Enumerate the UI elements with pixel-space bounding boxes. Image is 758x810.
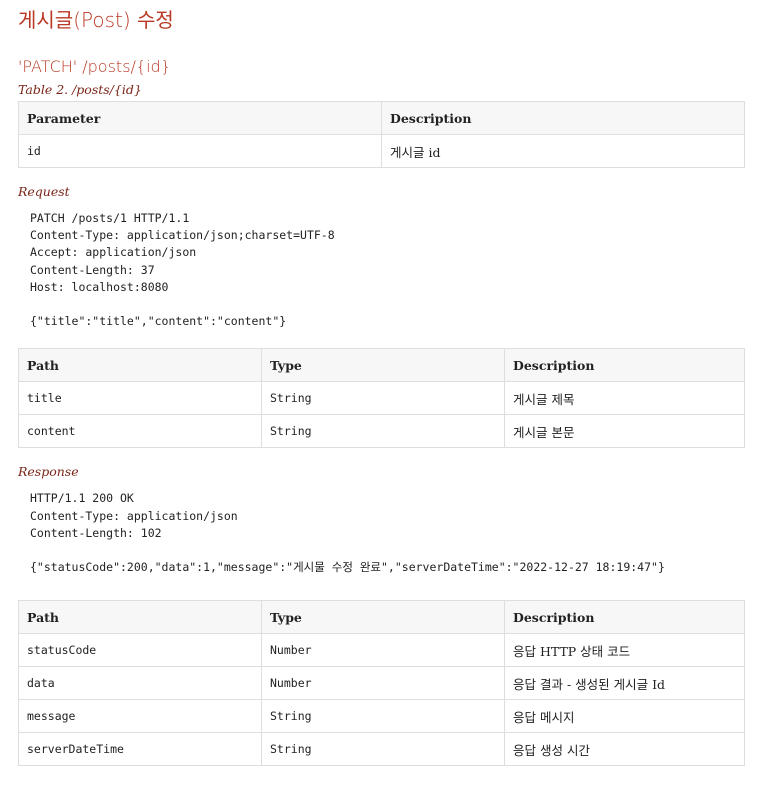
code-line: {"statusCode":200,"data":1,"message":"게시… (30, 560, 665, 575)
code-line: Accept: application/json (30, 245, 197, 260)
column-header-description: Description (381, 101, 745, 135)
field-type: String (261, 414, 505, 449)
field-path: statusCode (18, 633, 262, 668)
field-path: message (18, 699, 262, 734)
field-type: Number (261, 633, 505, 668)
code-line: Content-Length: 37 (30, 262, 155, 277)
code-line: Content-Length: 102 (30, 525, 162, 540)
field-description: 응답 메시지 (504, 699, 745, 734)
table-caption: Table 2. /posts/{id} (18, 82, 142, 97)
request-title: Request (18, 184, 70, 199)
field-path: serverDateTime (18, 732, 262, 767)
field-path: title (18, 381, 262, 416)
code-line: HTTP/1.1 200 OK (30, 491, 134, 506)
field-description: 응답 생성 시간 (504, 732, 745, 767)
table-row: title String 게시글 제목 (18, 381, 745, 416)
code-line: Host: localhost:8080 (30, 279, 169, 294)
response-fields-table: Path Type Description statusCode Number … (18, 600, 745, 767)
column-header-type: Type (261, 348, 505, 383)
field-description: 응답 결과 - 생성된 게시글 Id (504, 666, 745, 701)
table-row: content String 게시글 본문 (18, 414, 745, 449)
column-header-description: Description (504, 600, 745, 635)
table-header-row: Parameter Description (18, 101, 745, 135)
table-row: serverDateTime String 응답 생성 시간 (18, 732, 745, 767)
document-page: 게시글(Post) 수정 'PATCH' /posts/{id} Table 2… (0, 0, 758, 767)
section-title: 게시글(Post) 수정 (18, 8, 174, 32)
column-header-type: Type (261, 600, 505, 635)
code-line: Content-Type: application/json;charset=U… (30, 228, 335, 243)
field-path: data (18, 666, 262, 701)
code-line: PATCH /posts/1 HTTP/1.1 (30, 211, 190, 225)
table-header-row: Path Type Description (18, 600, 745, 635)
param-name: id (18, 134, 382, 168)
table-row: message String 응답 메시지 (18, 699, 745, 734)
field-description: 게시글 본문 (504, 414, 745, 449)
field-path: content (18, 414, 262, 449)
param-description: 게시글 id (381, 134, 745, 168)
field-description: 게시글 제목 (504, 381, 745, 416)
endpoint-heading: 'PATCH' /posts/{id} (18, 57, 171, 76)
table-header-row: Path Type Description (18, 348, 745, 383)
table-row: data Number 응답 결과 - 생성된 게시글 Id (18, 666, 745, 701)
request-fields-table: Path Type Description title String 게시글 제… (18, 348, 745, 449)
field-type: String (261, 732, 505, 767)
column-header-path: Path (18, 600, 262, 635)
column-header-parameter: Parameter (18, 101, 382, 135)
code-line: {"title":"title","content":"content"} (30, 314, 287, 329)
path-params-table: Parameter Description id 게시글 id (18, 101, 745, 168)
request-code-block: PATCH /posts/1 HTTP/1.1 Content-Type: ap… (18, 210, 744, 330)
field-type: String (261, 381, 505, 416)
table-row: statusCode Number 응답 HTTP 상태 코드 (18, 633, 745, 668)
column-header-description: Description (504, 348, 745, 383)
response-code-block: HTTP/1.1 200 OK Content-Type: applicatio… (18, 490, 744, 576)
field-description: 응답 HTTP 상태 코드 (504, 633, 745, 668)
table-row: id 게시글 id (18, 134, 745, 168)
column-header-path: Path (18, 348, 262, 383)
code-line: Content-Type: application/json (30, 508, 238, 523)
field-type: String (261, 699, 505, 734)
response-title: Response (18, 464, 79, 480)
field-type: Number (261, 666, 505, 701)
